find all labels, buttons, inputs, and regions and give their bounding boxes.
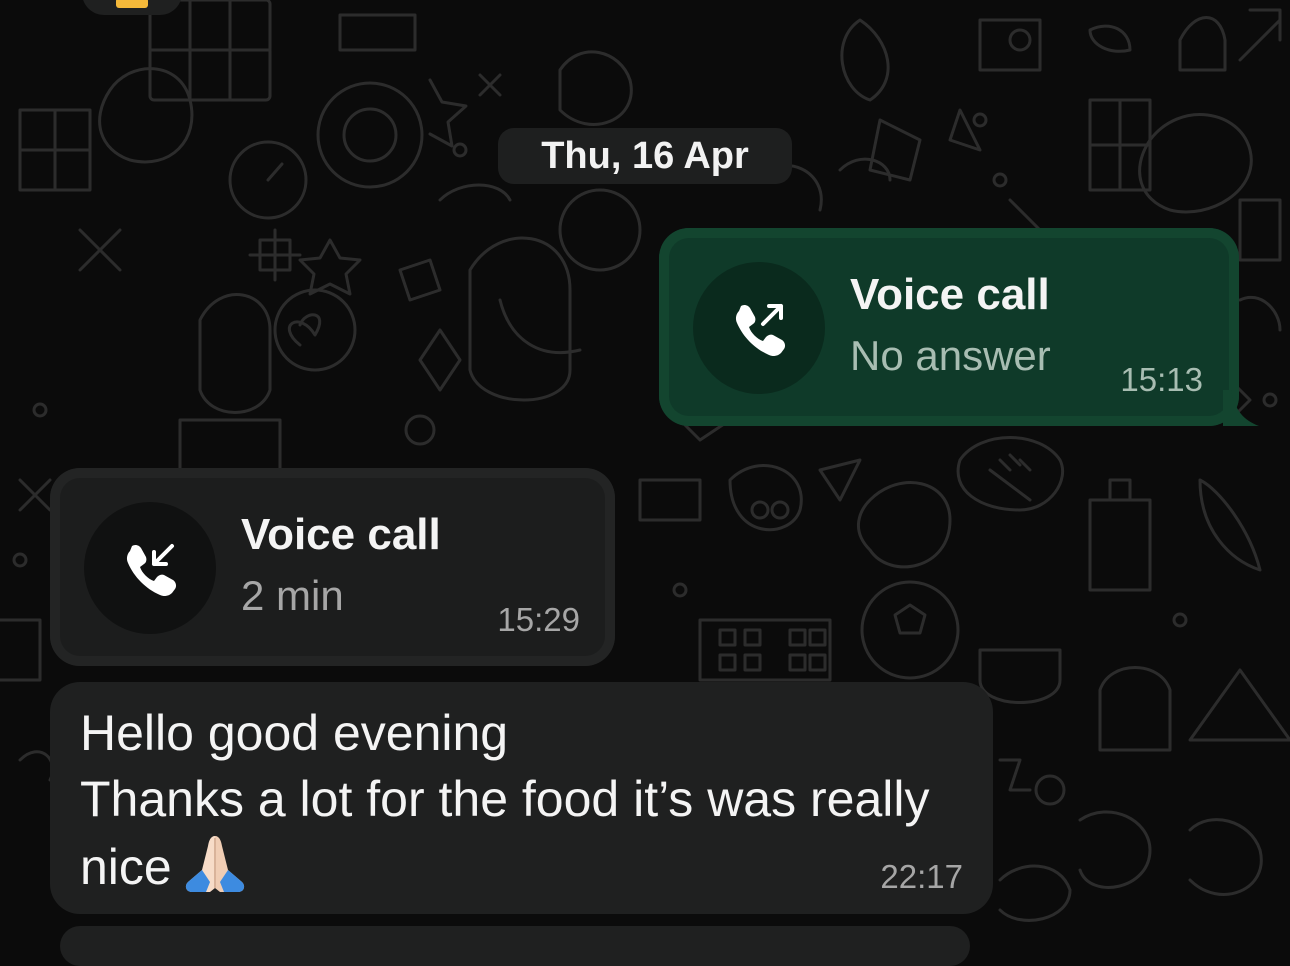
previous-message-emoji xyxy=(116,0,148,8)
incoming-text-bubble[interactable]: Hello good evening Thanks a lot for the … xyxy=(50,682,993,914)
call-title: Voice call xyxy=(241,510,441,559)
outgoing-call-bubble[interactable]: Voice call No answer 15:13 xyxy=(659,228,1259,426)
message-line: Thanks a lot for the food it’s was reall… xyxy=(80,771,930,827)
date-separator-label: Thu, 16 Apr xyxy=(541,134,749,177)
outgoing-call-icon xyxy=(693,262,825,394)
incoming-call-bubble[interactable]: Voice call 2 min 15:29 xyxy=(50,468,615,666)
message-text: Hello good evening Thanks a lot for the … xyxy=(80,700,960,900)
date-separator: Thu, 16 Apr xyxy=(498,128,792,184)
message-line-last: nice xyxy=(80,832,960,900)
message-time: 15:29 xyxy=(497,601,580,638)
message-line: Hello good evening xyxy=(80,705,509,761)
message-line: nice xyxy=(80,839,172,895)
next-message-bubble[interactable] xyxy=(60,926,970,966)
incoming-call-icon xyxy=(84,502,216,634)
call-status: No answer xyxy=(850,332,1051,379)
call-title: Voice call xyxy=(850,270,1050,319)
previous-message-bubble[interactable] xyxy=(82,0,182,15)
call-duration: 2 min xyxy=(241,572,344,619)
message-time: 22:17 xyxy=(880,858,963,895)
folded-hands-emoji xyxy=(185,836,244,892)
bubble-tail xyxy=(1223,390,1259,426)
message-time: 15:13 xyxy=(1120,361,1203,398)
